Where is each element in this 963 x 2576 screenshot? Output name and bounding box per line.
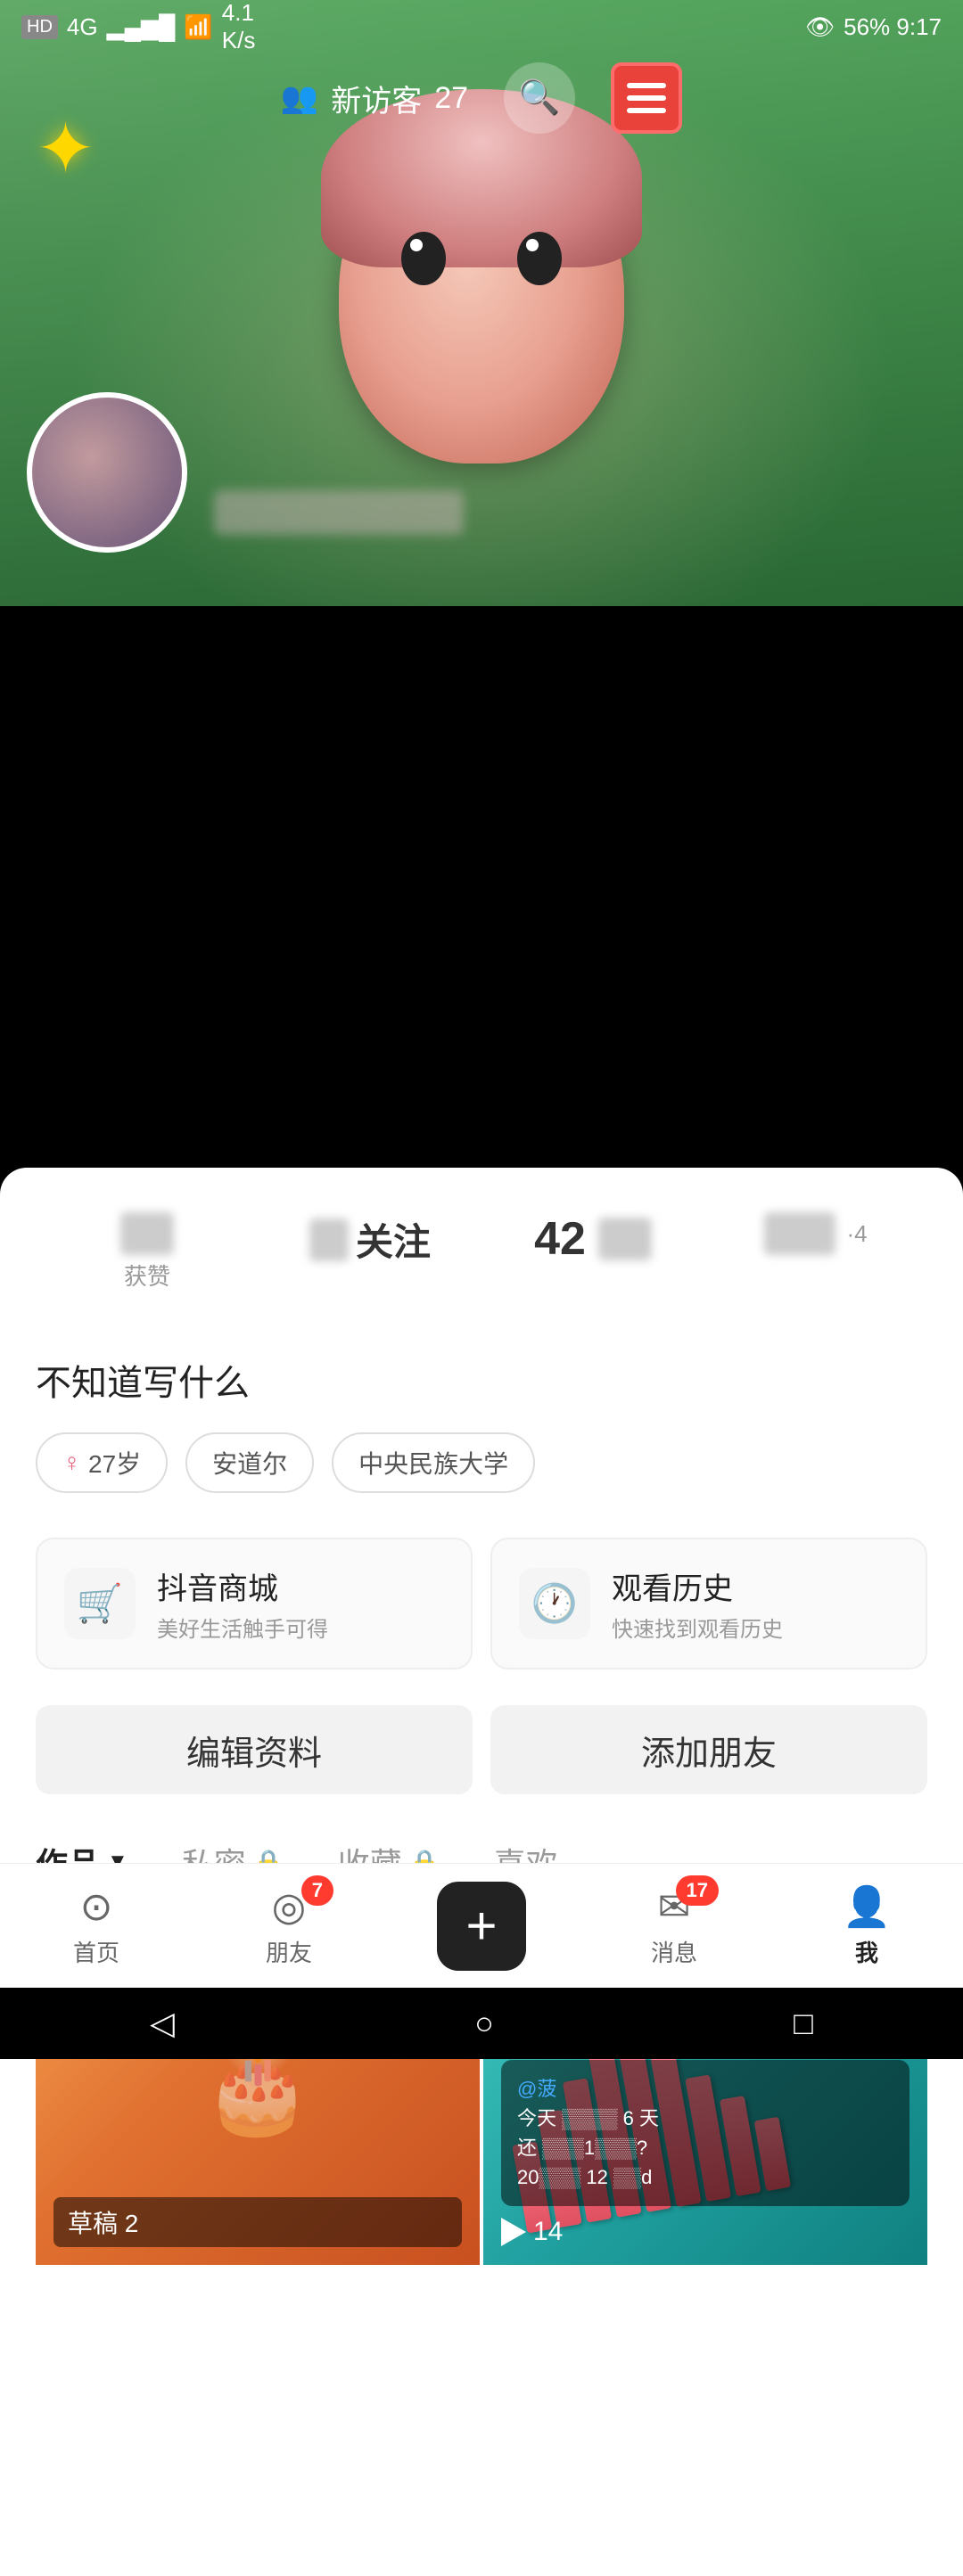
shop-subtitle: 美好生活触手可得: [157, 1612, 328, 1643]
stat-following[interactable]: 关注: [259, 1212, 482, 1292]
system-nav: ◁ ○ □: [0, 1988, 963, 2059]
location-label: 安道尔: [212, 1445, 287, 1481]
visitors-button[interactable]: 👥 新访客 27: [281, 77, 468, 120]
visitors-label: 新访客: [331, 77, 422, 120]
search-icon: 🔍: [518, 78, 560, 118]
likes-label: 获赞: [36, 1259, 259, 1292]
search-button[interactable]: 🔍: [504, 62, 575, 134]
messages-label: 消息: [651, 1935, 697, 1968]
draft-badge: 草稿 2: [54, 2197, 462, 2247]
username-area: [214, 490, 464, 553]
stat-more[interactable]: ·4: [704, 1212, 927, 1292]
visitors-count: 27: [434, 81, 468, 116]
bio-text: 不知道写什么: [36, 1354, 927, 1406]
header-actions: 👥 新访客 27 🔍: [0, 62, 963, 134]
add-friend-button[interactable]: 添加朋友: [490, 1705, 927, 1794]
play-count: 14: [501, 2217, 910, 2247]
avatar[interactable]: [27, 392, 187, 553]
username-blurred: [214, 490, 464, 535]
messages-badge: 17: [676, 1875, 719, 1906]
nav-friends[interactable]: 7 ◎ 朋友: [235, 1884, 342, 1968]
action-buttons: 编辑资料 添加朋友: [36, 1705, 927, 1794]
tag-location[interactable]: 安道尔: [185, 1432, 314, 1493]
menu-button[interactable]: [611, 62, 682, 134]
history-subtitle: 快速找到观看历史: [612, 1612, 783, 1643]
likes-number-blurred: [120, 1212, 174, 1255]
signal-bars: ▂▄▆█: [107, 13, 176, 41]
stat-likes[interactable]: 获赞: [36, 1212, 259, 1292]
play-count-number: 14: [533, 2217, 563, 2247]
stat-followers[interactable]: 42: [482, 1212, 704, 1292]
edit-profile-button[interactable]: 编辑资料: [36, 1705, 473, 1794]
history-title: 观看历史: [612, 1564, 783, 1608]
tags-row: ♀ 27岁 安道尔 中央民族大学: [36, 1432, 927, 1493]
history-card[interactable]: 🕐 观看历史 快速找到观看历史: [490, 1538, 927, 1669]
profile-section: [27, 392, 464, 553]
shop-title: 抖音商城: [157, 1564, 328, 1608]
more-stat-blurred: [764, 1212, 835, 1255]
tag-gender-age[interactable]: ♀ 27岁: [36, 1432, 168, 1493]
home-button[interactable]: ○: [474, 2005, 494, 2042]
create-button[interactable]: +: [437, 1882, 526, 1971]
friends-label: 朋友: [266, 1935, 312, 1968]
more-unit: ·4: [846, 1220, 867, 1248]
shop-icon: 🛒: [64, 1568, 136, 1639]
history-icon: 🕐: [519, 1568, 590, 1639]
eye-icon: 👁: [805, 13, 835, 41]
video-info-line2: 还 ▒▒▒1▒▒▒?: [517, 2133, 893, 2162]
followers-number: 42: [534, 1212, 586, 1266]
home-label: 首页: [73, 1935, 119, 1968]
nav-profile[interactable]: 👤 我: [813, 1883, 920, 1968]
nav-home[interactable]: ⊙ 首页: [43, 1884, 150, 1968]
nav-create[interactable]: +: [428, 1882, 535, 1971]
status-right: 👁 56% 9:17: [805, 13, 942, 41]
quick-actions: 🛒 抖音商城 美好生活触手可得 🕐 观看历史 快速找到观看历史: [36, 1538, 927, 1669]
history-text: 观看历史 快速找到观看历史: [612, 1564, 783, 1643]
at-user: @菠: [517, 2078, 556, 2100]
back-button[interactable]: ◁: [150, 2005, 175, 2042]
video-info-line1: 今天 ▒▒▒▒ 6 天: [517, 2104, 893, 2133]
play-icon: [501, 2218, 526, 2246]
hd-badge: HD: [21, 15, 58, 39]
shop-card[interactable]: 🛒 抖音商城 美好生活触手可得: [36, 1538, 473, 1669]
status-bar: HD 4G ▂▄▆█ 📶 4.1K/s 👁 56% 9:17: [0, 0, 963, 53]
battery-percent: 56% 9:17: [844, 13, 942, 41]
recent-button[interactable]: □: [794, 2005, 813, 2042]
status-left: HD 4G ▂▄▆█ 📶 4.1K/s: [21, 0, 255, 54]
tag-school[interactable]: 中央民族大学: [332, 1432, 535, 1493]
cover-area: ✦ HD 4G ▂▄▆█ 📶 4.1K/s 👁 56% 9:17 👥 新访客 2…: [0, 0, 963, 606]
followers-label-blurred: [598, 1218, 652, 1260]
bottom-nav: ⊙ 首页 7 ◎ 朋友 + 17 ✉ 消息 👤 我: [0, 1863, 963, 1988]
stats-row: 获赞 关注 42 ·4: [36, 1194, 927, 1309]
age-label: 27岁: [88, 1445, 141, 1481]
plus-icon: +: [465, 1899, 497, 1953]
nav-messages[interactable]: 17 ✉ 消息: [621, 1884, 728, 1968]
home-icon: ⊙: [80, 1884, 113, 1930]
following-unit: 关注: [356, 1212, 431, 1267]
following-number-blurred: [309, 1218, 349, 1261]
video-info-line3: 20▒▒▒ 12 ▒▒d: [517, 2162, 893, 2192]
visitors-icon: 👥: [281, 80, 318, 116]
friends-badge: 7: [301, 1875, 333, 1906]
hamburger-icon: [627, 83, 666, 113]
school-label: 中央民族大学: [358, 1445, 508, 1481]
gender-icon: ♀: [62, 1448, 81, 1477]
network-icon: 4G: [67, 13, 98, 41]
profile-icon: 👤: [843, 1883, 892, 1930]
profile-label: 我: [855, 1935, 878, 1968]
speed-indicator: 4.1K/s: [222, 0, 256, 54]
wifi-icon: 📶: [184, 13, 212, 41]
video-info-box: @菠 今天 ▒▒▒▒ 6 天 还 ▒▒▒1▒▒▒? 20▒▒▒ 12 ▒▒d: [501, 2060, 910, 2206]
shop-text: 抖音商城 美好生活触手可得: [157, 1564, 328, 1643]
